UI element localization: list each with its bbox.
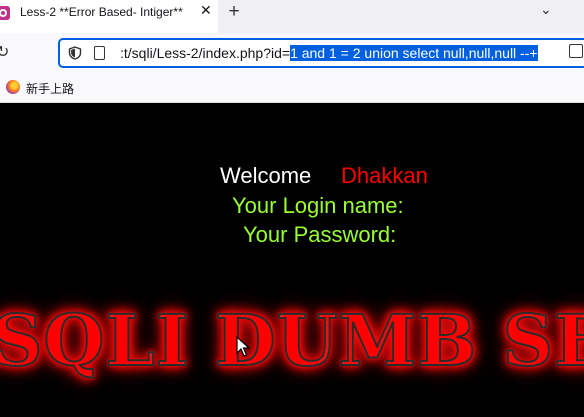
login-name-label: Your Login name:: [232, 193, 404, 218]
chevron-down-icon[interactable]: ⌄: [540, 1, 552, 18]
bookmarks-bar: 新手上路: [0, 73, 584, 103]
close-tab-icon[interactable]: ✕: [200, 2, 212, 19]
page-content: Welcome Dhakkan Your Login name: Your Pa…: [0, 103, 584, 417]
url-selection: 1 and 1 = 2 union select null,null,null …: [290, 45, 538, 61]
new-tab-button[interactable]: +: [224, 1, 244, 23]
url-text[interactable]: :t/sqli/Less-2/index.php?id=1 and 1 = 2 …: [120, 45, 538, 61]
firefox-icon: [6, 80, 20, 94]
tab-title: Less-2 **Error Based- Intiger**: [20, 5, 183, 19]
sqli-dumb-series-banner: SQLI DUMB SERIES: [0, 298, 584, 383]
welcome-text: Welcome: [220, 163, 312, 188]
bookmark-label: 新手上路: [26, 82, 75, 96]
tab-strip: Less-2 **Error Based- Intiger** ✕ + ⌄: [0, 0, 584, 33]
password-label: Your Password:: [243, 222, 397, 247]
url-prefix: :t/sqli/Less-2/index.php?id=: [120, 45, 291, 61]
sidebar-icon[interactable]: [569, 44, 583, 58]
user-name: Dhakkan: [341, 163, 428, 188]
page-info-icon[interactable]: [94, 46, 105, 60]
reload-icon[interactable]: ↻: [0, 42, 9, 62]
url-bar[interactable]: :t/sqli/Less-2/index.php?id=1 and 1 = 2 …: [58, 38, 584, 68]
browser-tab[interactable]: Less-2 **Error Based- Intiger** ✕: [0, 0, 218, 33]
shield-icon[interactable]: [68, 46, 82, 60]
mouse-cursor-icon: [236, 336, 251, 357]
sqli-lab-icon: [0, 6, 10, 20]
navigation-bar: ↻ :t/sqli/Less-2/index.php?id=1 and 1 = …: [0, 33, 584, 73]
